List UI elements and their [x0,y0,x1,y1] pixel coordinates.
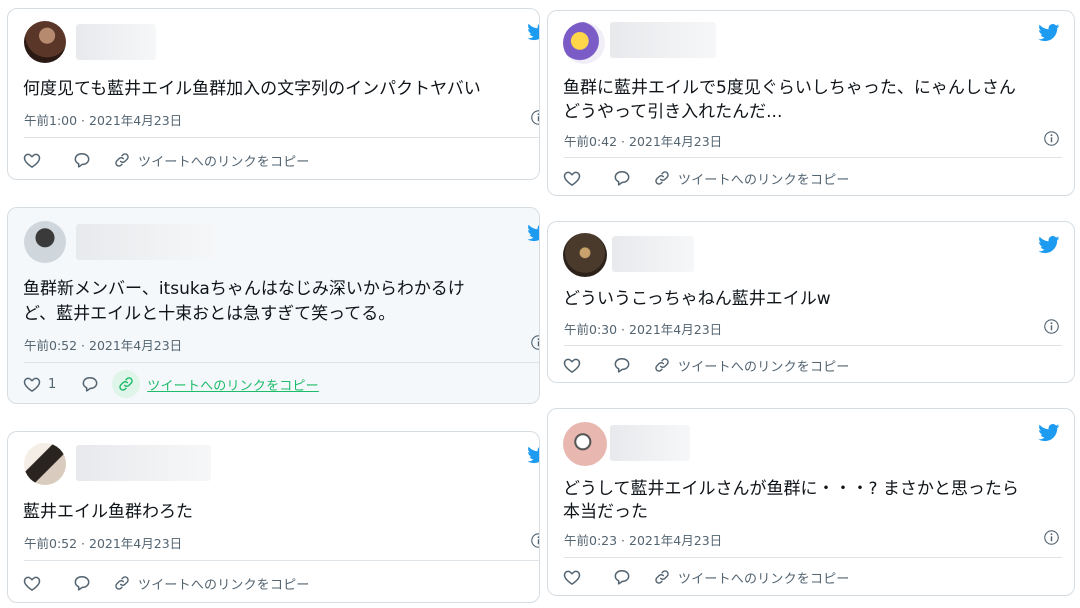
username-blurred [610,22,716,58]
tweet-actions: 1 ツイートへのリンクをコピー [22,370,319,398]
heart-icon [562,355,582,375]
tweet-text: どうして藍井エイルさんが鱼群に・・・? まさかと思ったら [563,479,1019,499]
twitter-bird-icon[interactable] [1038,424,1060,442]
heart-icon [562,168,582,188]
username-blurred [610,425,690,461]
avatar[interactable] [563,233,607,277]
tweet-text: 何度见ても藍井エイル鱼群加入の文字列のインパクトヤバい [23,79,481,99]
tweet-card[interactable]: 鱼群新メンバー、itsukaちゃんはなじみ深いからわかるけ ど、藍井エイルと十束… [7,207,540,404]
info-icon[interactable] [1043,318,1060,335]
tweet-actions: ツイートへのリンクをコピー [562,566,850,588]
username-blurred [76,445,211,481]
tweet-timestamp[interactable]: 午前0:52 · 2021年4月23日 [24,533,182,552]
like-button[interactable] [562,567,588,587]
tweet-text-continued: どうやって引き入れたんだ... [563,102,783,122]
like-button[interactable] [22,573,48,593]
link-icon [108,569,136,597]
like-button[interactable] [562,355,588,375]
link-icon [648,563,676,591]
tweet-text-continued: ど、藍井エイルと十束おとは急すぎて笑ってる。 [23,304,396,324]
info-icon[interactable] [530,532,540,549]
like-button[interactable] [22,150,48,170]
divider [24,560,539,561]
heart-icon [22,573,42,593]
copy-link-button[interactable]: ツイートへのリンクをコピー [648,164,850,192]
tweet-timestamp[interactable]: 午前0:42 · 2021年4月23日 [564,131,722,150]
twitter-bird-icon[interactable] [1038,236,1060,254]
info-icon[interactable] [1043,529,1060,546]
copy-link-button[interactable]: ツイートへのリンクをコピー [648,351,850,379]
avatar[interactable] [24,221,66,263]
tweet-card[interactable]: どういうこっちゃねん藍井エイルw 午前0:30 · 2021年4月23日 ツイー… [547,221,1075,383]
speech-bubble-icon [612,168,632,188]
tweet-text: 鱼群新メンバー、itsukaちゃんはなじみ深いからわかるけ [23,279,465,299]
speech-bubble-icon [612,567,632,587]
twitter-bird-icon[interactable] [527,224,540,242]
copy-link-button[interactable]: ツイートへのリンクをコピー [112,370,319,398]
copy-link-button[interactable]: ツイートへのリンクをコピー [108,569,310,597]
reply-button[interactable] [612,567,632,587]
tweet-actions: ツイートへのリンクをコピー [22,572,310,594]
tweet-actions: ツイートへのリンクをコピー [562,167,850,189]
tweet-timestamp[interactable]: 午前1:00 · 2021年4月23日 [24,110,182,129]
heart-icon [22,374,42,394]
twitter-bird-icon[interactable] [527,446,540,464]
copy-link-button[interactable]: ツイートへのリンクをコピー [108,146,310,174]
avatar[interactable] [24,443,66,485]
speech-bubble-icon [80,374,100,394]
link-icon [112,370,141,398]
like-button[interactable]: 1 [22,374,56,394]
twitter-bird-icon[interactable] [1038,24,1060,42]
avatar[interactable] [24,21,66,63]
info-icon[interactable] [530,109,540,126]
tweet-actions: ツイートへのリンクをコピー [22,149,310,171]
username-blurred [612,236,694,272]
heart-icon [562,567,582,587]
avatar[interactable] [563,22,605,64]
tweet-card[interactable]: どうして藍井エイルさんが鱼群に・・・? まさかと思ったら 本当だった 午前0:2… [547,408,1075,596]
divider [564,345,1062,346]
username-blurred [76,224,216,260]
heart-icon [22,150,42,170]
link-icon [648,351,676,379]
reply-button[interactable] [612,168,632,188]
reply-button[interactable] [72,573,92,593]
reply-button[interactable] [80,374,100,394]
speech-bubble-icon [72,573,92,593]
speech-bubble-icon [612,355,632,375]
tweet-timestamp[interactable]: 午前0:30 · 2021年4月23日 [564,319,722,338]
twitter-bird-icon[interactable] [527,23,540,41]
link-icon [108,146,136,174]
divider [24,137,539,138]
tweet-actions: ツイートへのリンクをコピー [562,354,850,376]
like-button[interactable] [562,168,588,188]
divider [564,157,1062,158]
speech-bubble-icon [72,150,92,170]
username-blurred [76,24,156,60]
reply-button[interactable] [72,150,92,170]
copy-link-button[interactable]: ツイートへのリンクをコピー [648,563,850,591]
tweet-text-continued: 本当だった [563,502,648,522]
info-icon[interactable] [1043,130,1060,147]
link-icon [648,164,676,192]
avatar[interactable] [563,422,607,466]
tweet-card[interactable]: 何度见ても藍井エイル鱼群加入の文字列のインパクトヤバい 午前1:00 · 202… [7,8,540,180]
tweet-card[interactable]: 鱼群に藍井エイルで5度见ぐらいしちゃった、にゃんしさん どうやって引き入れたんだ… [547,10,1075,196]
tweet-text: 鱼群に藍井エイルで5度见ぐらいしちゃった、にゃんしさん [563,78,1016,98]
info-icon[interactable] [530,334,540,351]
like-count: 1 [48,376,57,392]
tweet-text: 藍井エイル鱼群わろた [23,502,193,522]
tweet-text: どういうこっちゃねん藍井エイルw [563,289,831,309]
tweet-timestamp[interactable]: 午前0:52 · 2021年4月23日 [24,335,182,354]
divider [24,362,539,363]
tweet-timestamp[interactable]: 午前0:23 · 2021年4月23日 [564,530,722,549]
divider [564,557,1062,558]
reply-button[interactable] [612,355,632,375]
tweet-card[interactable]: 藍井エイル鱼群わろた 午前0:52 · 2021年4月23日 ツイートへのリンク… [7,431,540,603]
